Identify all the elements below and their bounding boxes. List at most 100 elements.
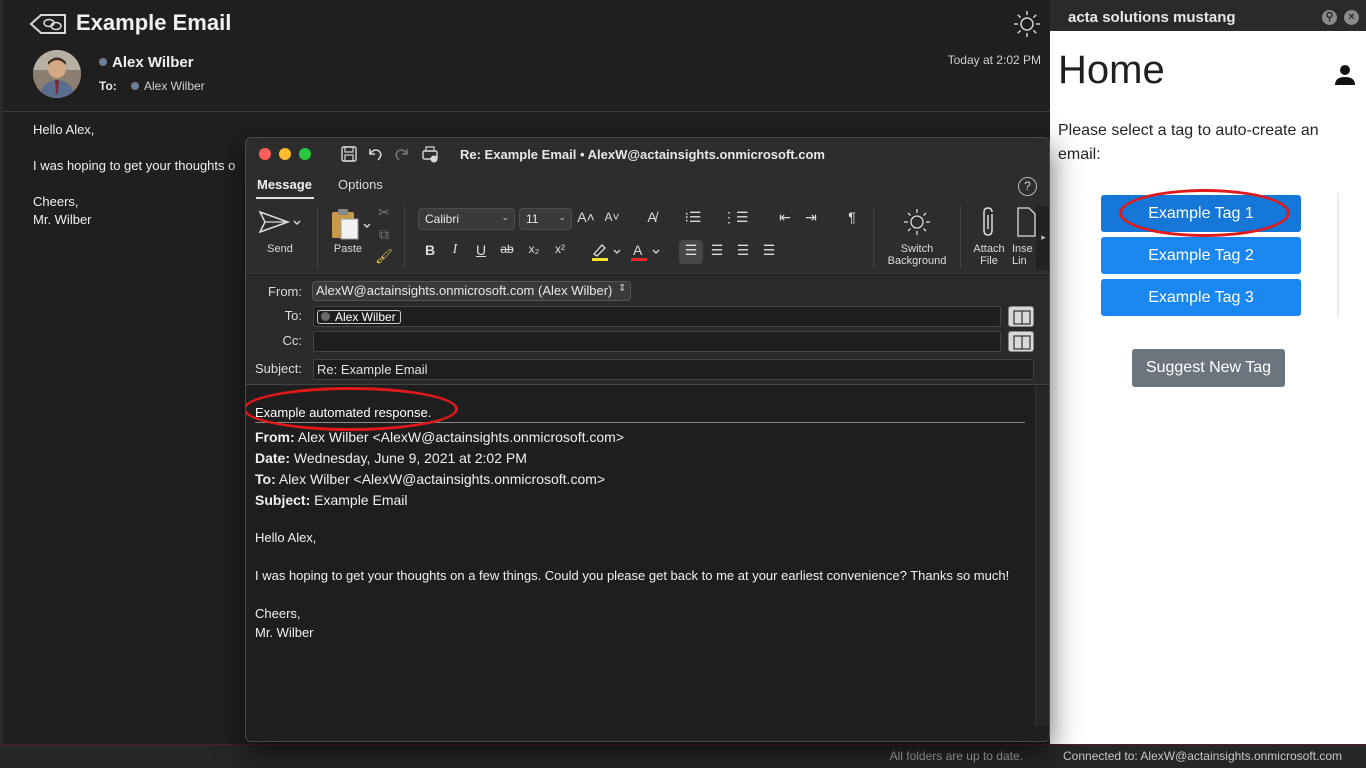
superscript-icon[interactable]: x²: [550, 242, 570, 256]
shrink-font-icon[interactable]: A˅: [602, 210, 622, 224]
paperclip-icon[interactable]: [979, 206, 999, 238]
switch-background-button[interactable]: Switch Background: [882, 243, 952, 267]
chevron-down-icon: ⌄: [558, 212, 566, 222]
close-window-button[interactable]: [259, 148, 271, 160]
format-painter-icon[interactable]: 🖌: [374, 248, 394, 265]
compose-scrollbar[interactable]: [1035, 386, 1049, 726]
user-icon[interactable]: [1334, 64, 1356, 86]
help-icon[interactable]: ?: [1018, 177, 1037, 196]
address-book-icon[interactable]: [1008, 331, 1034, 352]
suggest-new-tag-button[interactable]: Suggest New Tag: [1132, 349, 1285, 387]
compose-body[interactable]: Example automated response. From: Alex W…: [246, 386, 1049, 741]
cut-icon[interactable]: ✂: [374, 204, 394, 221]
ribbon-divider: [873, 206, 874, 268]
ribbon-overflow-arrow[interactable]: ▸: [1036, 206, 1049, 270]
paste-button[interactable]: Paste: [328, 243, 368, 255]
clear-formatting-icon[interactable]: A̸: [642, 209, 662, 225]
font-color-icon[interactable]: A: [629, 242, 665, 262]
bullets-icon[interactable]: ⁝☰: [683, 209, 703, 226]
subject-label: Subject:: [255, 361, 302, 376]
send-icon[interactable]: [258, 208, 302, 236]
tag-button-3[interactable]: Example Tag 3: [1101, 279, 1301, 316]
presence-dot: [99, 58, 107, 67]
back-reply-icon[interactable]: [29, 12, 67, 36]
recipient-chip[interactable]: Alex Wilber: [317, 310, 401, 324]
to-label: To:: [284, 308, 302, 323]
tab-message[interactable]: Message: [256, 177, 314, 199]
attach-file-button[interactable]: Attach File: [968, 243, 1010, 267]
message-body: Hello Alex, I was hoping to get your tho…: [33, 121, 235, 229]
cc-field[interactable]: [313, 331, 1001, 352]
to-label: To:: [99, 79, 117, 93]
grow-font-icon[interactable]: A˄: [576, 209, 596, 225]
paragraph-marks-icon[interactable]: ¶: [842, 209, 862, 225]
redo-icon[interactable]: [393, 145, 411, 163]
tag-list: Example Tag 1 Example Tag 2 Example Tag …: [1101, 195, 1301, 321]
switch-background-icon[interactable]: [902, 208, 932, 236]
status-bar: All folders are up to date. Connected to…: [0, 744, 1366, 768]
font-family-select[interactable]: Calibri ⌄: [418, 208, 515, 230]
tag-prompt: Please select a tag to auto-create an em…: [1058, 122, 1319, 163]
font-size-select[interactable]: 11 ⌄: [519, 208, 572, 230]
from-select[interactable]: AlexW@actainsights.onmicrosoft.com (Alex…: [312, 281, 632, 301]
quoted-signoff: Cheers,: [255, 606, 301, 621]
connection-status: Connected to: AlexW@actainsights.onmicro…: [1063, 749, 1342, 763]
compose-titlebar[interactable]: Re: Example Email • AlexW@actainsights.o…: [246, 138, 1049, 170]
justify-icon[interactable]: ☰: [759, 242, 779, 259]
numbering-icon[interactable]: ⋮☰: [722, 209, 749, 226]
ribbon-divider: [317, 206, 318, 268]
copy-icon[interactable]: ⧉: [374, 226, 394, 243]
zoom-window-button[interactable]: [299, 148, 311, 160]
minimize-window-button[interactable]: [279, 148, 291, 160]
tag-button-1[interactable]: Example Tag 1: [1101, 195, 1301, 232]
send-button[interactable]: Send: [260, 243, 300, 255]
tab-options[interactable]: Options: [338, 177, 383, 192]
insert-link-icon[interactable]: [1016, 206, 1036, 238]
strikethrough-icon[interactable]: ab: [497, 242, 517, 256]
undo-icon[interactable]: [366, 145, 384, 163]
ribbon-tabs: Message Options ?: [246, 170, 1049, 200]
address-book-icon[interactable]: [1008, 306, 1034, 327]
updown-chevron-icon: ⇕: [618, 283, 627, 294]
cc-label: Cc:: [282, 333, 303, 348]
sender-avatar[interactable]: [33, 50, 81, 98]
tag-button-2[interactable]: Example Tag 2: [1101, 237, 1301, 274]
highlight-icon[interactable]: [590, 242, 626, 262]
align-left-icon[interactable]: ☰: [681, 242, 701, 259]
quoted-signature: Mr. Wilber: [255, 625, 314, 640]
increase-indent-icon[interactable]: ⇥: [801, 209, 821, 226]
quoted-header: From: Alex Wilber <AlexW@actainsights.on…: [255, 429, 625, 508]
to-recipient[interactable]: Alex Wilber: [131, 79, 205, 93]
subject-field[interactable]: Re: Example Email: [313, 359, 1034, 380]
decrease-indent-icon[interactable]: ⇤: [775, 209, 795, 226]
underline-icon[interactable]: U: [471, 242, 491, 258]
message-timestamp: Today at 2:02 PM: [947, 53, 1041, 67]
align-right-icon[interactable]: ☰: [733, 242, 753, 259]
subscript-icon[interactable]: x₂: [524, 242, 544, 256]
align-center-icon[interactable]: ☰: [707, 242, 727, 259]
print-icon[interactable]: [421, 145, 439, 163]
body-signoff: Cheers,: [33, 194, 79, 209]
message-header: Example Email Alex Wilber To: Alex Wilbe…: [3, 0, 1053, 112]
sun-icon[interactable]: [1013, 10, 1041, 38]
svg-text:A: A: [633, 242, 643, 258]
italic-icon[interactable]: I: [445, 242, 465, 258]
quote-divider: [255, 422, 1025, 423]
addin-title: acta solutions mustang: [1068, 9, 1236, 26]
quoted-message: Hello Alex, I was hoping to get your tho…: [255, 528, 1025, 642]
save-icon[interactable]: [340, 145, 358, 163]
to-field[interactable]: Alex Wilber: [313, 306, 1001, 327]
sync-status: All folders are up to date.: [889, 749, 1023, 763]
pin-icon[interactable]: ⚲: [1322, 10, 1337, 25]
tag-list-scrollbar[interactable]: [1337, 193, 1339, 317]
sender-name[interactable]: Alex Wilber: [99, 54, 194, 71]
bold-icon[interactable]: B: [420, 242, 440, 258]
quoted-greeting: Hello Alex,: [255, 530, 317, 545]
compose-window: Re: Example Email • AlexW@actainsights.o…: [245, 137, 1050, 742]
chevron-down-icon: ⌄: [501, 212, 509, 222]
message-subject: Example Email: [76, 10, 232, 35]
addin-titlebar: acta solutions mustang ⚲ ×: [1050, 0, 1366, 31]
paste-icon[interactable]: [328, 206, 374, 240]
close-icon[interactable]: ×: [1344, 10, 1359, 25]
insert-link-button[interactable]: Inse Lin: [1012, 243, 1036, 267]
